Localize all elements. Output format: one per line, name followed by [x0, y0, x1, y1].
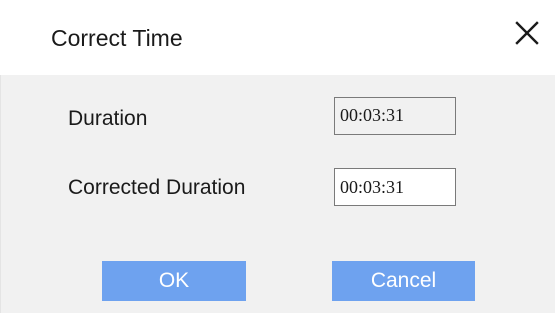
corrected-duration-input[interactable]	[334, 168, 456, 206]
correct-time-dialog: Correct Time Duration 00:03:31 Corrected…	[0, 0, 555, 313]
dialog-titlebar: Correct Time	[0, 0, 555, 75]
dialog-body: Duration 00:03:31 Corrected Duration OK …	[0, 75, 555, 313]
dialog-title: Correct Time	[51, 25, 183, 51]
duration-label: Duration	[68, 107, 148, 130]
close-icon	[515, 21, 539, 45]
close-button[interactable]	[508, 14, 546, 52]
corrected-duration-label: Corrected Duration	[68, 176, 246, 199]
ok-button[interactable]: OK	[102, 261, 246, 301]
duration-field: 00:03:31	[334, 97, 456, 135]
cancel-button[interactable]: Cancel	[332, 261, 475, 301]
